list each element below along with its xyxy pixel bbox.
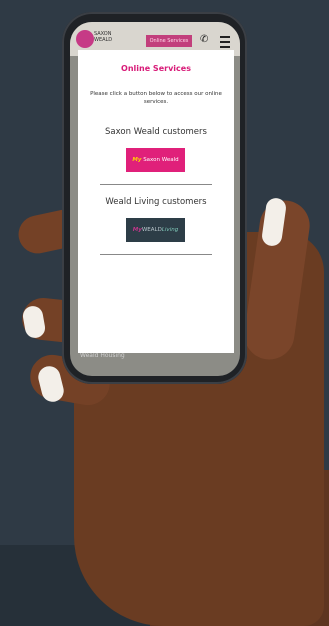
saxon-weald-label: Saxon Weald <box>143 157 179 163</box>
phone-icon[interactable]: ✆ <box>200 34 208 45</box>
living-label: Living <box>161 227 179 233</box>
online-services-button[interactable]: Online Services <box>146 35 192 47</box>
my-saxon-weald-button[interactable]: My Saxon Weald <box>126 148 185 172</box>
menu-icon[interactable] <box>220 36 230 48</box>
divider <box>100 184 212 185</box>
logo-icon <box>76 30 94 48</box>
divider <box>100 254 212 255</box>
my-prefix: My <box>132 157 142 163</box>
modal-title: Online Services <box>121 64 191 73</box>
saxon-weald-heading: Saxon Weald customers <box>105 127 207 137</box>
my-prefix: My <box>132 227 142 233</box>
site-logo-text: SAXON WEALD <box>94 31 113 43</box>
footer-text: Weald Housing <box>80 352 125 359</box>
weald-living-heading: Weald Living customers <box>105 197 207 207</box>
my-weald-living-button[interactable]: MyWEALDLiving <box>126 218 185 242</box>
weald-label: WEALD <box>141 227 162 233</box>
online-services-modal: Online Services Please click a button be… <box>78 50 234 353</box>
modal-description: Please click a button below to access ou… <box>90 91 222 105</box>
